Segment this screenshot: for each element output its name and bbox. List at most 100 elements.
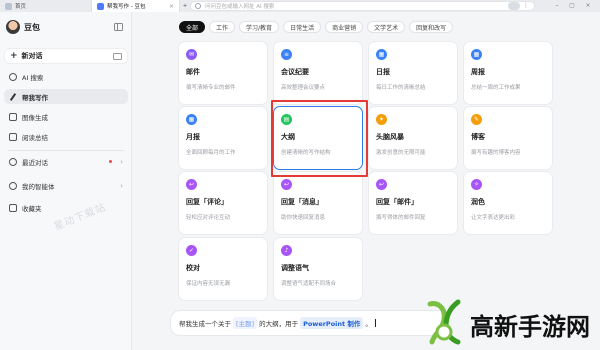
card-title: 校对 — [186, 264, 200, 272]
sidebar-item-label: 我的智能体 — [22, 182, 55, 191]
template-card[interactable]: ↩ 回复「评论」 轻松应对评论互动 — [178, 171, 268, 235]
category-chips: 全部 工作 学习/教育 日常生活 商业营销 文学艺术 回复和改写 — [179, 21, 454, 33]
template-card[interactable]: ✉ 邮件 撰写清晰专业的邮件 — [178, 41, 268, 105]
card-description: 保证内容无误无漏 — [186, 281, 231, 287]
check-icon: ✓ — [186, 245, 197, 256]
card-description: 全面回顾每月的工作 — [186, 150, 236, 156]
collapse-sidebar-icon[interactable] — [114, 23, 123, 31]
polish-icon: ✧ — [471, 179, 482, 190]
blog-icon: ✎ — [471, 114, 482, 125]
template-card[interactable]: ♪ 调整语气 调整语气适配不同场合 — [273, 237, 363, 301]
card-title: 回复「评论」 — [186, 198, 228, 206]
menu-icon[interactable]: ⋮ — [522, 2, 530, 10]
site-logo: 高新手游网 — [420, 296, 600, 350]
prompt-slot-topic[interactable]: [主题] — [233, 317, 258, 329]
template-card[interactable]: ✧ 润色 让文字表达更出彩 — [463, 171, 553, 235]
card-description: 助你快速回复消息 — [281, 215, 326, 221]
category-chip-work[interactable]: 工作 — [209, 21, 236, 33]
new-tab-button[interactable]: + — [180, 0, 190, 12]
card-title: 回复「邮件」 — [376, 198, 418, 206]
category-chip-all[interactable]: 全部 — [179, 21, 206, 33]
new-chat-button[interactable]: + 新对话 — [4, 48, 128, 64]
category-chip-literature[interactable]: 文学艺术 — [367, 21, 406, 33]
sidebar-item-label: 帮我写作 — [22, 93, 48, 102]
template-card[interactable]: ↩ 回复「邮件」 撰写得体的邮件回复 — [368, 171, 458, 235]
card-description: 撰写清晰专业的邮件 — [186, 85, 236, 91]
close-window-icon[interactable]: × — [584, 2, 592, 10]
template-card[interactable]: ↩ 回复「消息」 助你快速回复消息 — [273, 171, 363, 235]
template-card[interactable]: ▦ 月报全面回顾每月的工作 — [178, 106, 268, 170]
template-card[interactable]: ▦ 日报每日工作的清晰总结 — [368, 41, 458, 105]
pen-icon — [9, 93, 17, 101]
sidebar-item-label: 最近对话 — [22, 158, 48, 167]
sidebar-item-recent[interactable]: 最近对话 › — [4, 154, 128, 169]
card-description: 高效整理会议要点 — [281, 85, 326, 91]
category-chip-reply[interactable]: 回复和改写 — [409, 21, 454, 33]
tab-writing[interactable]: 帮我写作 - 豆包 × — [92, 0, 180, 12]
plus-icon: + — [10, 51, 18, 61]
agent-icon — [9, 181, 17, 190]
calendar-icon: ▦ — [186, 114, 197, 125]
sidebar-item-reading[interactable]: 阅读总结 — [4, 129, 128, 144]
sidebar-item-label: 阅读总结 — [22, 133, 48, 142]
template-card[interactable]: ▦ 周报 总结一周的工作成果 — [463, 41, 553, 105]
card-title: 月报 — [186, 133, 200, 141]
home-tab-icon — [5, 2, 12, 10]
template-card[interactable]: ✎ 博客撰写有趣的博客内容 — [463, 106, 553, 170]
minimize-icon[interactable]: – — [553, 2, 561, 10]
card-description: 轻松应对评论互动 — [186, 215, 231, 221]
sidebar-item-writing[interactable]: 帮我写作 — [4, 89, 128, 104]
notification-dot — [109, 160, 113, 163]
selection-highlight — [271, 100, 368, 177]
category-chip-daily[interactable]: 日常生活 — [283, 21, 322, 33]
reply-icon: ↩ — [186, 179, 197, 190]
template-card[interactable]: ≡ 会议纪要 高效整理会议要点 — [273, 41, 363, 105]
doubao-tab-icon — [97, 2, 104, 10]
profile-icon[interactable] — [508, 2, 520, 10]
prompt-middle: 的大纲，用于 — [259, 320, 299, 328]
template-card[interactable]: ✓ 校对保证内容无误无漏 — [178, 237, 268, 301]
category-chip-study[interactable]: 学习/教育 — [239, 21, 280, 33]
address-placeholder: 问问豆包或输入网址 AI 搜索 — [205, 4, 275, 10]
tab-label: 帮我写作 - 豆包 — [107, 4, 146, 10]
card-title: 邮件 — [186, 68, 200, 76]
notes-icon: ≡ — [281, 49, 292, 60]
tab-label: 首页 — [15, 4, 27, 10]
card-description: 每日工作的清晰总结 — [376, 85, 426, 91]
tone-icon: ♪ — [281, 245, 292, 256]
divider — [8, 150, 124, 151]
image-icon — [9, 112, 17, 121]
bulb-icon: ✦ — [376, 114, 387, 125]
sidebar-item-image[interactable]: 图像生成 — [4, 109, 128, 124]
maximize-icon[interactable]: ▢ — [568, 2, 576, 10]
card-description: 撰写有趣的博客内容 — [471, 150, 521, 156]
card-title: 润色 — [471, 198, 485, 206]
sidebar-item-label: AI 搜索 — [22, 73, 44, 82]
card-title: 头脑风暴 — [376, 133, 404, 141]
brand: 豆包 — [6, 20, 40, 34]
prompt-input[interactable]: 帮我生成一个关于 [主题] 的大纲，用于 PowerPoint 制作 。 — [170, 310, 450, 336]
new-chat-label: 新对话 — [21, 52, 43, 60]
sidebar-item-label: 图像生成 — [22, 113, 48, 122]
book-icon — [9, 132, 17, 141]
tab-home[interactable]: 首页 — [0, 0, 92, 12]
sidebar-item-ai-search[interactable]: AI 搜索 — [4, 69, 128, 84]
close-icon[interactable]: × — [169, 3, 174, 10]
calendar-icon: ▦ — [376, 49, 387, 60]
compose-icon — [113, 52, 122, 60]
card-title: 回复「消息」 — [281, 198, 323, 206]
address-bar[interactable]: 问问豆包或输入网址 AI 搜索 — [190, 1, 535, 11]
card-description: 撰写得体的邮件回复 — [376, 215, 426, 221]
prompt-slot-usage[interactable]: PowerPoint 制作 — [300, 317, 364, 329]
prompt-suffix: 。 — [365, 320, 372, 328]
template-card[interactable]: ✦ 头脑风暴激发创意的无限可能 — [368, 106, 458, 170]
card-description: 激发创意的无限可能 — [376, 150, 426, 156]
calendar-icon: ▦ — [471, 49, 482, 60]
card-title: 博客 — [471, 133, 485, 141]
avatar[interactable] — [6, 20, 20, 34]
chevron-right-icon: › — [120, 157, 123, 166]
category-chip-marketing[interactable]: 商业营销 — [325, 21, 364, 33]
sidebar-item-agents[interactable]: 我的智能体 › — [4, 178, 128, 193]
card-title: 日报 — [376, 68, 390, 76]
reply-icon: ↩ — [281, 179, 292, 190]
